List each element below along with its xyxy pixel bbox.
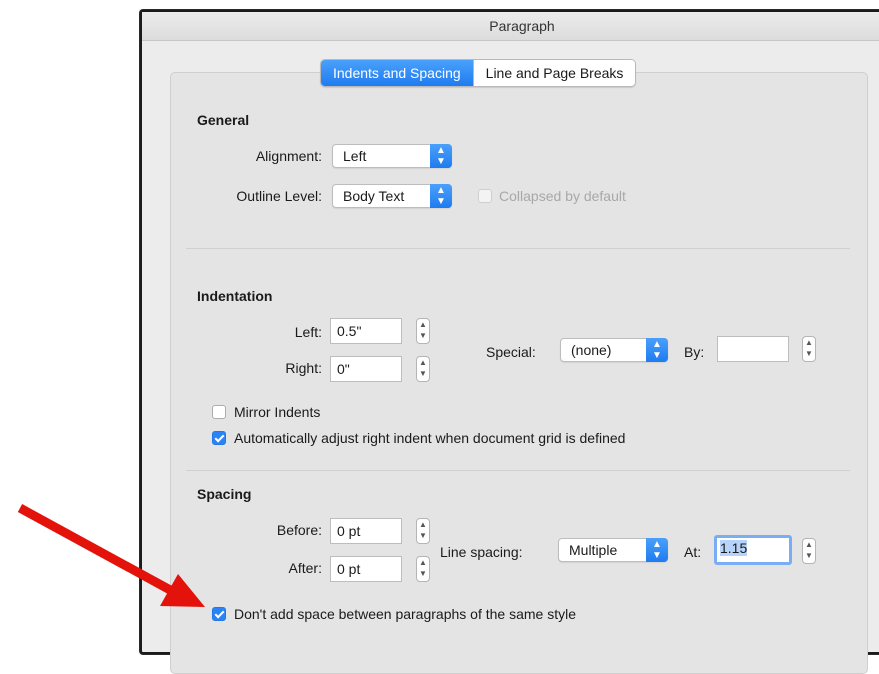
annotation-arrow — [17, 504, 205, 607]
